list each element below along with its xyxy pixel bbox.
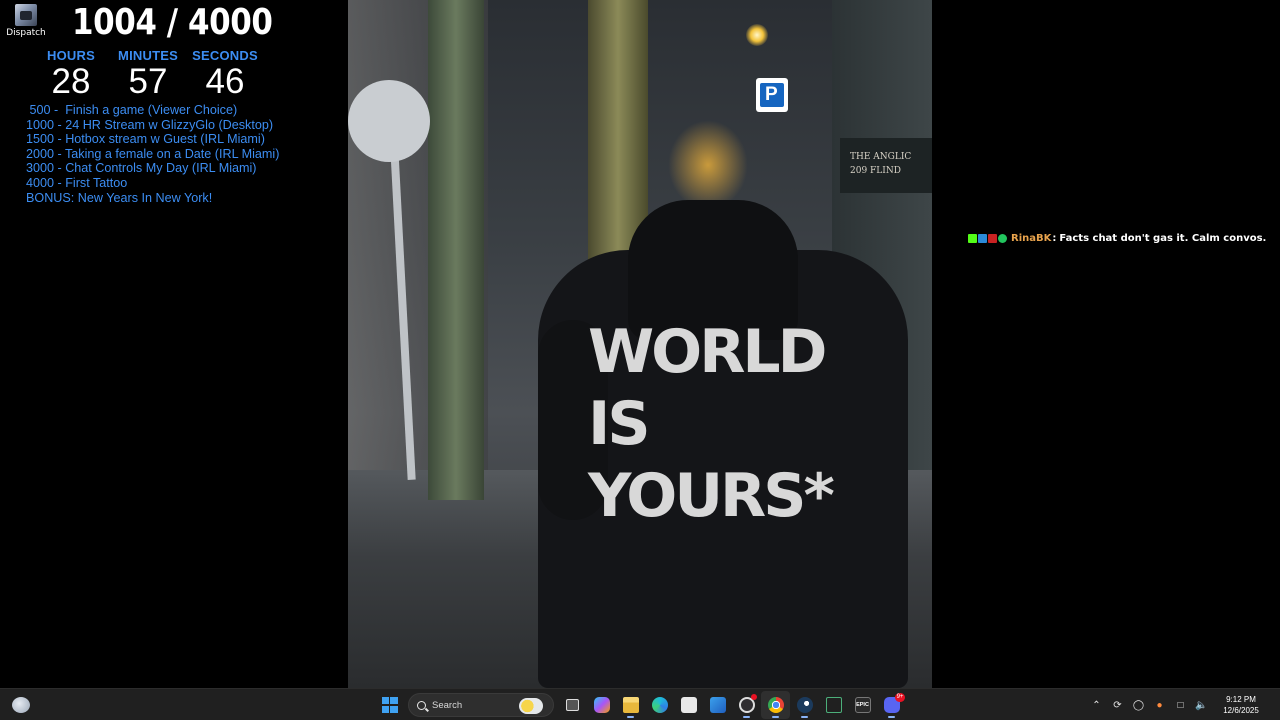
steam-icon [796,697,813,713]
show-hidden-icons-button[interactable]: ⌃ [1086,695,1107,715]
visibility-tray-button[interactable]: ◯ [1128,695,1149,715]
xbox-button[interactable] [819,691,848,719]
epic-games-button[interactable]: EPIC [848,691,877,719]
file-explorer-button[interactable] [616,691,645,719]
clock-date: 12/6/2025 [1223,706,1259,715]
taskbar-apps: Search EPIC 9+ [375,689,906,720]
goal-item: 500 - Finish a game (Viewer Choice) [26,103,238,117]
goal-item: 2000 - Taking a female on a Date (IRL Mi… [26,146,280,161]
timer-hours: HOURS 28 [38,48,104,100]
mail-icon [709,697,726,713]
show-desktop-button[interactable] [1274,689,1280,720]
display-tray-button[interactable]: □ [1170,695,1191,715]
search-icon [417,700,426,710]
sync-tray-button[interactable]: ⟳ [1107,695,1128,715]
xbox-icon [825,697,842,713]
taskbar: Search EPIC 9+ ⌃ ⟳ ◯ ● □ 🔈 9:12 PM 12/6/… [0,688,1280,720]
copilot-button[interactable] [587,691,616,719]
timer-seconds-label: SECONDS [192,48,258,63]
desktop-icon-dispatch[interactable]: Dispatch [6,4,46,38]
timer-hours-value: 28 [51,62,91,101]
task-view-icon [566,699,579,711]
parking-sign-letter: P [765,84,778,105]
gift-badge-icon [988,234,997,243]
epic-games-icon: EPIC [854,697,871,713]
start-button[interactable] [375,691,404,719]
recording-dot-icon [751,694,757,700]
timer-minutes-label: MINUTES [118,48,178,63]
verified-badge-icon [998,234,1007,243]
goal-item: 3000 - Chat Controls My Day (IRL Miami) [26,161,257,176]
edge-icon [651,697,668,713]
kick-badge-icon [968,234,977,243]
goal-list: 500 - Finish a game (Viewer Choice) 1000… [26,103,279,205]
search-highlight-icon [519,698,543,714]
system-tray: ⌃ ⟳ ◯ ● □ 🔈 9:12 PM 12/6/2025 [1086,689,1280,720]
chrome-icon [767,697,784,713]
timer-hours-label: HOURS [47,48,95,63]
dispatch-app-icon [15,4,37,26]
subscriber-badge-icon [978,234,987,243]
chat-separator: : [1052,233,1057,244]
monitor-icon: □ [1177,699,1184,711]
timer-seconds: SECONDS 46 [192,48,258,100]
task-view-button[interactable] [558,691,587,719]
taskbar-search-box[interactable]: Search [408,693,554,717]
discord-notification-badge: 9+ [895,693,905,702]
photo-street-glow [668,120,748,210]
volume-tray-button[interactable]: 🔈 [1191,695,1212,715]
clock[interactable]: 9:12 PM 12/6/2025 [1212,694,1270,716]
timer-minutes: MINUTES 57 [115,48,181,100]
chat-username: RinaBK [1011,233,1052,244]
discord-button[interactable]: 9+ [877,691,906,719]
edge-button[interactable] [645,691,674,719]
store-button[interactable] [674,691,703,719]
store-icon [680,697,697,713]
chat-message-text: Facts chat don't gas it. Calm convos. [1059,233,1267,244]
plaque-line: THE ANGLIC [850,152,912,162]
hoodie-print-line: YOURS* [588,461,835,531]
timer-seconds-value: 46 [205,62,245,101]
chrome-button[interactable] [761,691,790,719]
sub-goal-counter: 1004 / 4000 [72,2,273,43]
eye-off-icon: ◯ [1132,699,1145,711]
chat-message: RinaBK : Facts chat don't gas it. Calm c… [968,233,1266,244]
stream-photo: THE ANGLIC 209 FLIND P WORLD IS YOURS* [348,0,932,688]
chevron-up-icon: ⌃ [1092,699,1101,711]
copilot-icon [593,697,610,713]
windows-logo-icon [381,697,398,713]
outlook-button[interactable] [703,691,732,719]
clock-time: 9:12 PM [1226,695,1256,704]
round-street-sign [348,80,430,162]
search-placeholder: Search [432,699,463,711]
photo-tree-trunk [428,0,484,500]
goal-item: 1500 - Hotbox stream w Guest (IRL Miami) [26,132,265,147]
goal-item: 1000 - 24 HR Stream w GlizzyGlo (Desktop… [26,117,274,132]
microphone-tray-button[interactable]: ● [1149,695,1170,715]
timer-minutes-value: 57 [128,62,168,101]
hoodie-print-line: WORLD [588,317,827,387]
obs-button[interactable] [732,691,761,719]
goal-item: 4000 - First Tattoo [26,175,128,190]
building-plaque: THE ANGLIC 209 FLIND [840,138,932,193]
folder-icon [622,697,639,713]
sync-icon: ⟳ [1113,699,1122,711]
street-light [746,24,768,46]
widgets-weather-icon[interactable] [12,697,30,713]
hoodie-print-line: IS [588,389,651,459]
countdown-timer: HOURS 28 MINUTES 57 SECONDS 46 [38,48,258,100]
steam-button[interactable] [790,691,819,719]
parking-sign-icon: P [756,78,788,112]
desktop-icon-label: Dispatch [6,28,46,38]
hoodie-print: WORLD IS YOURS* [588,316,848,532]
goal-item: BONUS: New Years In New York! [26,190,213,205]
microphone-icon: ● [1156,699,1163,711]
speaker-icon: 🔈 [1195,699,1208,711]
plaque-line: 209 FLIND [850,166,901,176]
